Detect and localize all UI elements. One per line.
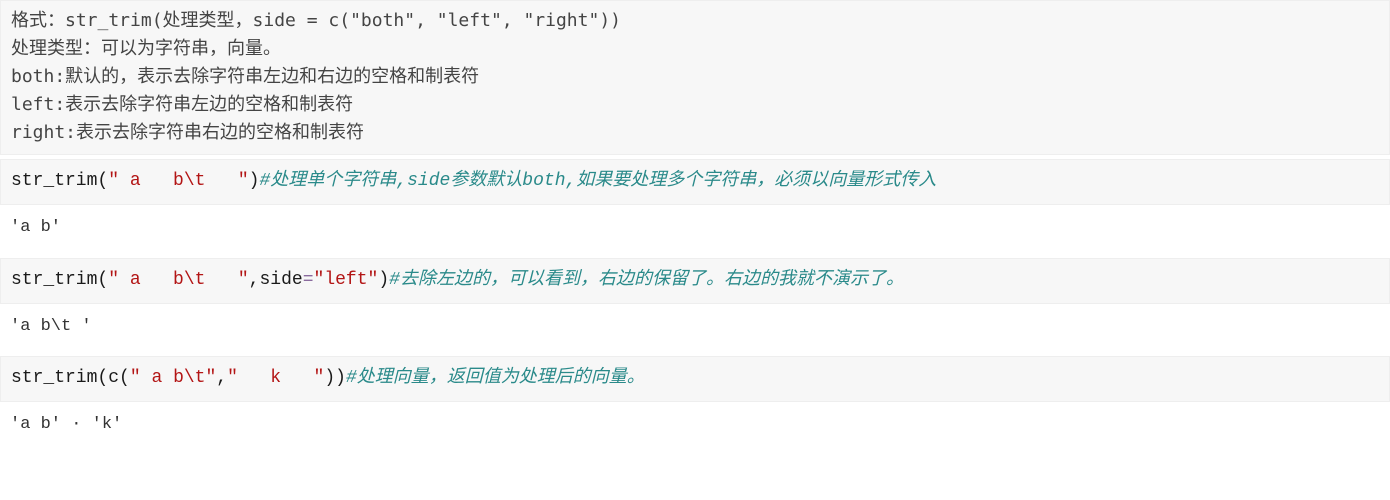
paren-close: ) xyxy=(335,368,346,388)
output-cell-3: 'a b' · 'k' xyxy=(0,402,1390,450)
paren-open: ( xyxy=(97,368,108,388)
doc-description-block: 格式：str_trim(处理类型，side = c("both", "left"… xyxy=(0,0,1390,155)
vector-item-2: " k " xyxy=(227,368,324,388)
comma: , xyxy=(249,270,260,290)
fn-name: str_trim xyxy=(11,368,97,388)
code-cell-3: str_trim(c(" a b\t"," k "))#处理向量，返回值为处理后… xyxy=(0,356,1390,402)
doc-line-4: left:表示去除字符串左边的空格和制表符 xyxy=(11,94,353,115)
code-comment: #去除左边的，可以看到，右边的保留了。右边的我就不演示了。 xyxy=(389,270,904,290)
string-arg-1: " a b\t " xyxy=(108,270,248,290)
inner-paren-open: ( xyxy=(119,368,130,388)
paren-close: ) xyxy=(378,270,389,290)
vector-item-1: " a b\t" xyxy=(130,368,216,388)
output-cell-1: 'a b' xyxy=(0,205,1390,253)
code-comment: #处理向量，返回值为处理后的向量。 xyxy=(346,368,645,388)
fn-name: str_trim xyxy=(11,171,97,191)
output-cell-2: 'a b\t ' xyxy=(0,304,1390,352)
code-cell-1: str_trim(" a b\t ")#处理单个字符串,side参数默认both… xyxy=(0,159,1390,205)
code-cell-2: str_trim(" a b\t ",side="left")#去除左边的，可以… xyxy=(0,258,1390,304)
doc-line-1: 格式：str_trim(处理类型，side = c("both", "left"… xyxy=(11,10,621,31)
paren-open: ( xyxy=(97,171,108,191)
arg-keyword: side xyxy=(259,270,302,290)
doc-line-2: 处理类型：可以为字符串，向量。 xyxy=(11,38,281,59)
comma: , xyxy=(216,368,227,388)
doc-line-3: both:默认的，表示去除字符串左边和右边的空格和制表符 xyxy=(11,66,479,87)
inner-paren-close: ) xyxy=(324,368,335,388)
doc-line-5: right:表示去除字符串右边的空格和制表符 xyxy=(11,122,364,143)
code-comment: #处理单个字符串,side参数默认both,如果要处理多个字符串，必须以向量形式… xyxy=(259,171,936,191)
equals-operator: = xyxy=(303,270,314,290)
paren-close: ) xyxy=(249,171,260,191)
paren-open: ( xyxy=(97,270,108,290)
fn-name: str_trim xyxy=(11,270,97,290)
string-arg-2: "left" xyxy=(314,270,379,290)
c-function: c xyxy=(108,368,119,388)
string-arg: " a b\t " xyxy=(108,171,248,191)
